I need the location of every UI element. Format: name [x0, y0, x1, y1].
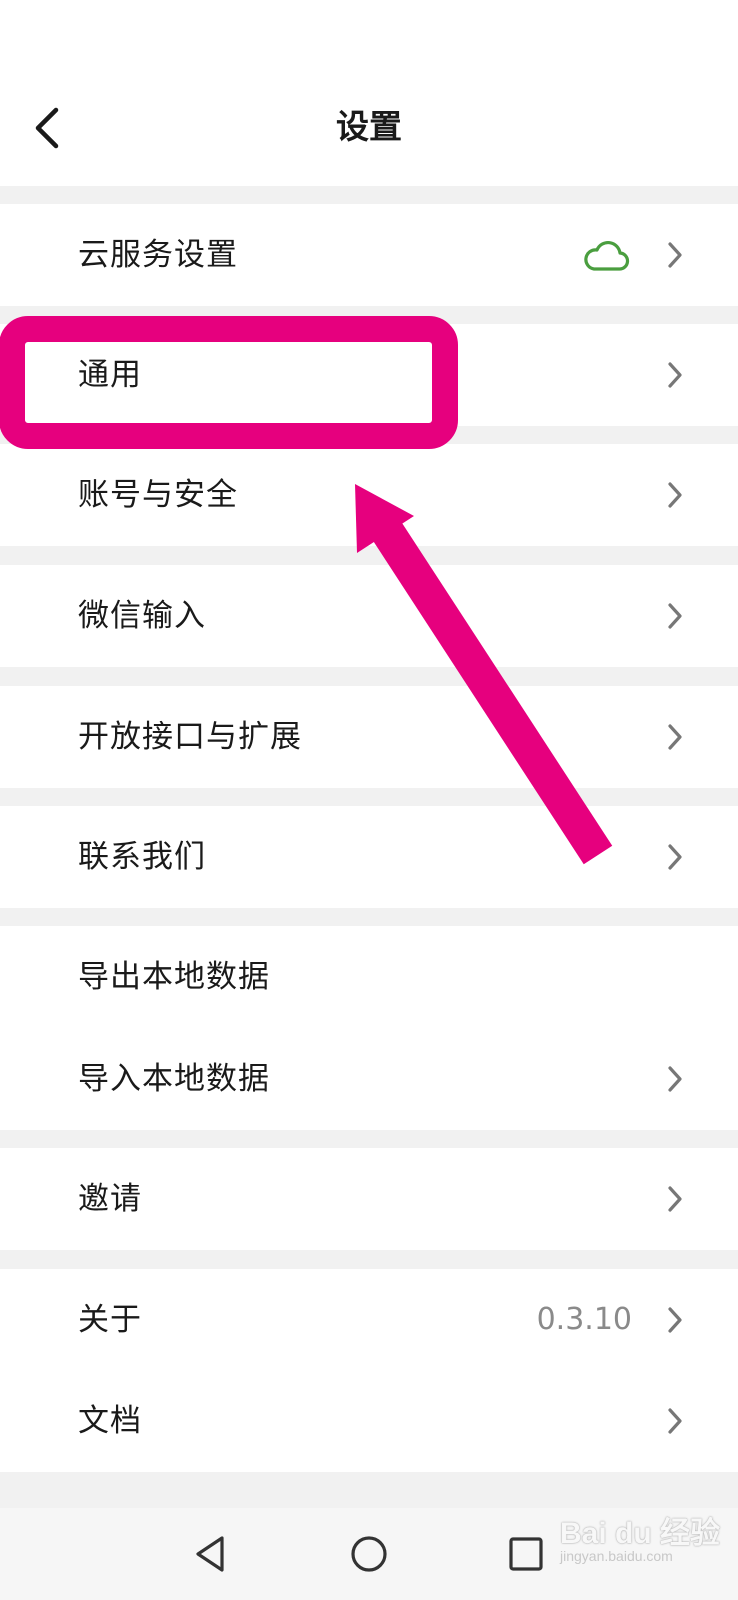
- chevron-right-icon: [668, 844, 682, 870]
- chevron-right-icon: [668, 1307, 682, 1333]
- settings-row-import-data[interactable]: 导入本地数据: [0, 1028, 738, 1130]
- settings-row-account-security[interactable]: 账号与安全: [0, 444, 738, 546]
- chevron-right-icon: [668, 1186, 682, 1212]
- settings-row-export-data[interactable]: 导出本地数据: [0, 926, 738, 1028]
- chevron-right-icon: [668, 603, 682, 629]
- row-label: 微信输入: [78, 598, 206, 634]
- page-title: 设置: [336, 107, 402, 146]
- chevron-right-icon: [668, 1408, 682, 1434]
- settings-row-general[interactable]: 通用: [0, 324, 738, 426]
- settings-row-wechat-input[interactable]: 微信输入: [0, 565, 738, 667]
- chevron-right-icon: [668, 1066, 682, 1092]
- row-label: 邀请: [78, 1181, 142, 1217]
- row-label: 导入本地数据: [78, 1061, 270, 1097]
- cloud-icon: [584, 240, 630, 271]
- chevron-right-icon: [668, 724, 682, 750]
- settings-row-about[interactable]: 关于 0.3.10: [0, 1269, 738, 1371]
- chevron-right-icon: [668, 242, 682, 268]
- settings-row-open-api[interactable]: 开放接口与扩展: [0, 686, 738, 788]
- row-label: 账号与安全: [78, 477, 238, 513]
- settings-row-cloud[interactable]: 云服务设置: [0, 204, 738, 306]
- row-label: 云服务设置: [78, 237, 238, 273]
- baidu-watermark: Bai du 经验 jingyan.baidu.com: [560, 1508, 730, 1588]
- row-label: 通用: [78, 357, 142, 393]
- chevron-right-icon: [668, 482, 682, 508]
- version-text: 0.3.10: [536, 1302, 632, 1337]
- row-label: 联系我们: [78, 839, 206, 875]
- row-label: 文档: [78, 1403, 142, 1439]
- chevron-right-icon: [668, 362, 682, 388]
- settings-row-docs[interactable]: 文档: [0, 1370, 738, 1472]
- row-label: 开放接口与扩展: [78, 719, 302, 755]
- watermark-text: Bai du 经验: [560, 1517, 721, 1550]
- square-recents-icon[interactable]: [504, 1532, 548, 1576]
- settings-row-contact[interactable]: 联系我们: [0, 806, 738, 908]
- row-label: 导出本地数据: [78, 959, 270, 995]
- circle-home-icon[interactable]: [347, 1532, 391, 1576]
- header-bar: 设置: [0, 0, 738, 186]
- triangle-back-icon[interactable]: [190, 1532, 234, 1576]
- watermark-subtext: jingyan.baidu.com: [560, 1548, 673, 1564]
- row-label: 关于: [78, 1302, 142, 1338]
- settings-row-invite[interactable]: 邀请: [0, 1148, 738, 1250]
